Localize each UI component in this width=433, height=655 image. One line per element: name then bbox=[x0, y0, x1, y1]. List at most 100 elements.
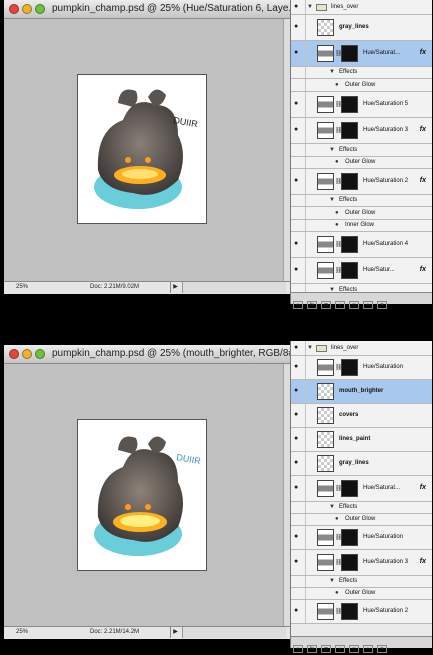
layer-row[interactable]: ● ⛓ fx Hue/Saturat... bbox=[291, 476, 432, 502]
mask-thumbnail[interactable] bbox=[341, 554, 358, 571]
fx-icon[interactable]: fx bbox=[420, 266, 426, 273]
visibility-toggle[interactable] bbox=[292, 79, 306, 91]
effect-eye-icon[interactable]: ● bbox=[335, 590, 339, 596]
canvas-area[interactable]: DUIIR bbox=[4, 364, 284, 627]
effect-row[interactable]: ● Inner Glow bbox=[291, 220, 432, 232]
add-mask-icon[interactable]: ◘ bbox=[321, 301, 331, 309]
visibility-toggle[interactable] bbox=[292, 220, 306, 231]
effect-row[interactable]: ● Outer Glow bbox=[291, 588, 432, 600]
fx-icon[interactable]: fx bbox=[420, 558, 426, 565]
visibility-toggle[interactable] bbox=[292, 144, 306, 156]
eye-icon[interactable]: ● bbox=[294, 387, 298, 394]
eye-icon[interactable]: ● bbox=[294, 3, 298, 10]
canvas-area[interactable]: DUIIR bbox=[4, 19, 284, 282]
adjustment-thumbnail[interactable] bbox=[317, 173, 334, 190]
effect-row[interactable]: ▼ Effects bbox=[291, 67, 432, 79]
mask-thumbnail[interactable] bbox=[341, 359, 358, 376]
mask-thumbnail[interactable] bbox=[341, 173, 358, 190]
visibility-toggle[interactable] bbox=[292, 576, 306, 587]
layer-row[interactable]: ● ⛓ Hue/Saturation bbox=[291, 356, 432, 380]
close-button[interactable] bbox=[9, 349, 19, 359]
minimize-button[interactable] bbox=[22, 349, 32, 359]
fx-icon[interactable]: fx bbox=[420, 49, 426, 56]
eye-icon[interactable]: ● bbox=[294, 411, 298, 418]
effect-eye-icon[interactable]: ● bbox=[335, 159, 339, 165]
zoom-button[interactable] bbox=[35, 349, 45, 359]
status-menu-arrow-icon[interactable]: ▶ bbox=[170, 627, 180, 638]
mask-thumbnail[interactable] bbox=[341, 262, 358, 279]
mask-thumbnail[interactable] bbox=[341, 236, 358, 253]
visibility-toggle[interactable] bbox=[292, 207, 306, 219]
mask-thumbnail[interactable] bbox=[341, 480, 358, 497]
layer-row[interactable]: ● ⛓ fx Hue/Satur... bbox=[291, 258, 432, 284]
layer-row[interactable]: ● ⛓ fx Hue/Saturation 3 bbox=[291, 550, 432, 576]
add-style-icon[interactable]: fx bbox=[307, 645, 317, 653]
horizontal-scrollbar[interactable] bbox=[182, 627, 286, 638]
layer-thumbnail[interactable] bbox=[317, 19, 334, 36]
visibility-toggle[interactable] bbox=[292, 195, 306, 206]
effect-row[interactable]: ▼ Effects bbox=[291, 502, 432, 514]
zoom-level[interactable]: 25% bbox=[16, 284, 28, 290]
adjustment-thumbnail[interactable] bbox=[317, 359, 334, 376]
effect-eye-icon[interactable]: ● bbox=[335, 516, 339, 522]
title-bar[interactable]: pumpkin_champ.psd @ 25% (Hue/Saturation … bbox=[4, 0, 297, 19]
effect-row[interactable]: ● Outer Glow bbox=[291, 79, 432, 92]
disclosure-triangle-icon[interactable]: ▼ bbox=[329, 197, 335, 203]
disclosure-triangle-icon[interactable]: ▼ bbox=[307, 4, 313, 10]
adjustment-thumbnail[interactable] bbox=[317, 480, 334, 497]
fx-icon[interactable]: fx bbox=[420, 484, 426, 491]
eye-icon[interactable]: ● bbox=[294, 344, 298, 351]
adjustment-thumbnail[interactable] bbox=[317, 529, 334, 546]
mask-thumbnail[interactable] bbox=[341, 96, 358, 113]
layer-row[interactable]: ● ⛓ fx Hue/Saturation 3 bbox=[291, 118, 432, 144]
layer-thumbnail[interactable] bbox=[317, 383, 334, 400]
link-layers-icon[interactable]: ∞ bbox=[293, 645, 303, 653]
effect-row[interactable]: ▼ Effects bbox=[291, 195, 432, 207]
document-canvas[interactable]: DUIIR bbox=[77, 74, 207, 224]
eye-icon[interactable]: ● bbox=[294, 49, 298, 56]
layer-row[interactable]: ● ⛓ fx Hue/Saturat... bbox=[291, 41, 432, 67]
new-adjustment-icon[interactable]: ◐ bbox=[335, 645, 345, 653]
adjustment-thumbnail[interactable] bbox=[317, 603, 334, 620]
eye-icon[interactable]: ● bbox=[294, 607, 298, 614]
layer-group-row[interactable]: ● ▼ lines_over bbox=[291, 341, 432, 356]
new-group-icon[interactable]: ▭ bbox=[349, 301, 359, 309]
minimize-button[interactable] bbox=[22, 4, 32, 14]
effect-eye-icon[interactable]: ● bbox=[335, 210, 339, 216]
eye-icon[interactable]: ● bbox=[294, 100, 298, 107]
disclosure-triangle-icon[interactable]: ▼ bbox=[329, 504, 335, 510]
layer-row[interactable]: ● lines_paint bbox=[291, 428, 432, 452]
horizontal-scrollbar[interactable] bbox=[182, 282, 286, 293]
zoom-level[interactable]: 25% bbox=[16, 629, 28, 635]
add-mask-icon[interactable]: ◘ bbox=[321, 645, 331, 653]
eye-icon[interactable]: ● bbox=[294, 484, 298, 491]
disclosure-triangle-icon[interactable]: ▼ bbox=[307, 345, 313, 351]
trash-icon[interactable]: ✕ bbox=[377, 301, 387, 309]
effect-row[interactable]: ● Outer Glow bbox=[291, 157, 432, 169]
new-layer-icon[interactable]: + bbox=[363, 301, 373, 309]
layer-group-row[interactable]: ● ▼ lines_over bbox=[291, 0, 432, 15]
new-layer-icon[interactable]: + bbox=[363, 645, 373, 653]
disclosure-triangle-icon[interactable]: ▼ bbox=[329, 69, 335, 75]
visibility-toggle[interactable] bbox=[292, 514, 306, 525]
link-layers-icon[interactable]: ∞ bbox=[293, 301, 303, 309]
status-menu-arrow-icon[interactable]: ▶ bbox=[170, 282, 180, 293]
eye-icon[interactable]: ● bbox=[294, 533, 298, 540]
adjustment-thumbnail[interactable] bbox=[317, 236, 334, 253]
layer-row[interactable]: ● ⛓ fx Hue/Saturation 2 bbox=[291, 169, 432, 195]
layer-row[interactable]: ● ⛓ Hue/Saturation 2 bbox=[291, 600, 432, 624]
layer-row[interactable]: ● gray_lines bbox=[291, 452, 432, 476]
layer-thumbnail[interactable] bbox=[317, 407, 334, 424]
disclosure-triangle-icon[interactable]: ▼ bbox=[329, 147, 335, 153]
visibility-toggle[interactable] bbox=[292, 157, 306, 168]
effect-row[interactable]: ▼ Effects bbox=[291, 144, 432, 157]
mask-thumbnail[interactable] bbox=[341, 603, 358, 620]
close-button[interactable] bbox=[9, 4, 19, 14]
new-adjustment-icon[interactable]: ◐ bbox=[335, 301, 345, 309]
zoom-button[interactable] bbox=[35, 4, 45, 14]
eye-icon[interactable]: ● bbox=[294, 177, 298, 184]
mask-thumbnail[interactable] bbox=[341, 529, 358, 546]
visibility-toggle[interactable] bbox=[292, 67, 306, 78]
layer-row[interactable]: ● covers bbox=[291, 404, 432, 428]
effect-eye-icon[interactable]: ● bbox=[335, 82, 339, 88]
